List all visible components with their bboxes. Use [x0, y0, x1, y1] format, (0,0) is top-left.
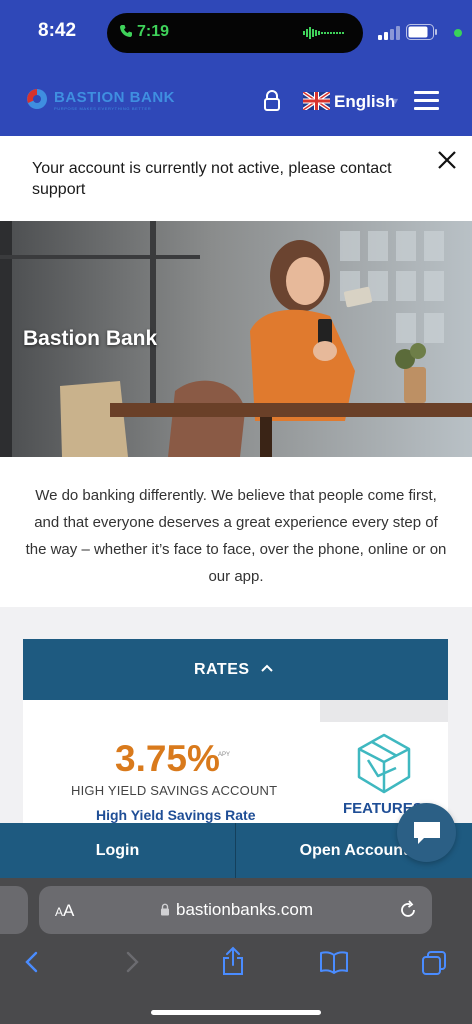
- hamburger-menu-icon[interactable]: [414, 91, 439, 111]
- tabs-icon[interactable]: [421, 950, 447, 976]
- status-bar: 8:42 7:19: [0, 0, 472, 66]
- home-indicator[interactable]: [151, 1010, 321, 1015]
- close-icon[interactable]: [437, 150, 457, 170]
- previous-tab-peek[interactable]: [0, 886, 28, 934]
- cellular-signal-icon: [378, 26, 400, 40]
- forward-icon[interactable]: [124, 950, 142, 974]
- hero-banner: Bastion Bank: [0, 221, 472, 457]
- features-box-icon: [357, 733, 411, 794]
- language-selector[interactable]: English ▼: [303, 88, 403, 114]
- battery-icon: [406, 24, 437, 40]
- hero-title: Bastion Bank: [23, 327, 158, 350]
- account-inactive-alert: Your account is currently not active, pl…: [0, 136, 472, 221]
- rate-unit: APY: [218, 752, 231, 758]
- language-label: English: [334, 92, 396, 111]
- caret-down-icon: ▼: [391, 96, 400, 106]
- uk-flag-icon: [303, 92, 330, 110]
- phone-icon: [120, 25, 132, 37]
- address-bar[interactable]: AA bastionbanks.com: [39, 886, 432, 934]
- reader-settings-button[interactable]: AA: [55, 901, 74, 921]
- reload-icon[interactable]: [398, 900, 418, 920]
- bastion-bank-logo[interactable]: BASTION BANK PURPOSE MAKES EVERYTHING BE…: [26, 88, 186, 114]
- chat-bubble-icon: [414, 822, 440, 844]
- chevron-up-icon: [261, 664, 273, 672]
- active-call-indicator: 7:19: [119, 23, 169, 41]
- dynamic-island[interactable]: 7:19: [107, 13, 363, 53]
- url-text: bastionbanks.com: [176, 900, 314, 919]
- logo-mark-icon: [27, 89, 47, 109]
- logo-text: BASTION BANK: [54, 89, 175, 106]
- secure-lock-icon: [161, 903, 169, 916]
- logo-tagline: PURPOSE MAKES EVERYTHING BETTER: [54, 106, 152, 111]
- account-name: HIGH YIELD SAVINGS ACCOUNT: [71, 783, 278, 798]
- back-icon[interactable]: [22, 950, 40, 974]
- rates-accordion-header[interactable]: RATES: [23, 639, 448, 700]
- share-icon[interactable]: [221, 946, 245, 976]
- status-time: 8:42: [38, 20, 77, 41]
- rate-value: 3.75%: [115, 738, 220, 779]
- bookmarks-icon[interactable]: [319, 950, 349, 974]
- alert-message: Your account is currently not active, pl…: [32, 160, 392, 198]
- rates-panel: 3.75% APY HIGH YIELD SAVINGS ACCOUNT Hig…: [23, 700, 448, 823]
- site-header: BASTION BANK PURPOSE MAKES EVERYTHING BE…: [0, 66, 472, 136]
- rates-tab-strip: [320, 700, 448, 722]
- audio-waveform-icon: [303, 27, 344, 39]
- intro-section: We do banking differently. We believe th…: [0, 457, 472, 607]
- high-yield-savings-link[interactable]: High Yield Savings Rate: [96, 807, 256, 823]
- privacy-indicator-dot: [454, 29, 462, 37]
- rates-label: RATES: [194, 661, 250, 678]
- lock-icon[interactable]: [262, 90, 282, 112]
- chat-button[interactable]: [397, 803, 456, 862]
- intro-text: We do banking differently. We believe th…: [25, 487, 447, 585]
- login-button[interactable]: Login: [0, 823, 235, 878]
- call-duration: 7:19: [137, 23, 170, 40]
- browser-toolbar: AA bastionbanks.com: [0, 878, 472, 1024]
